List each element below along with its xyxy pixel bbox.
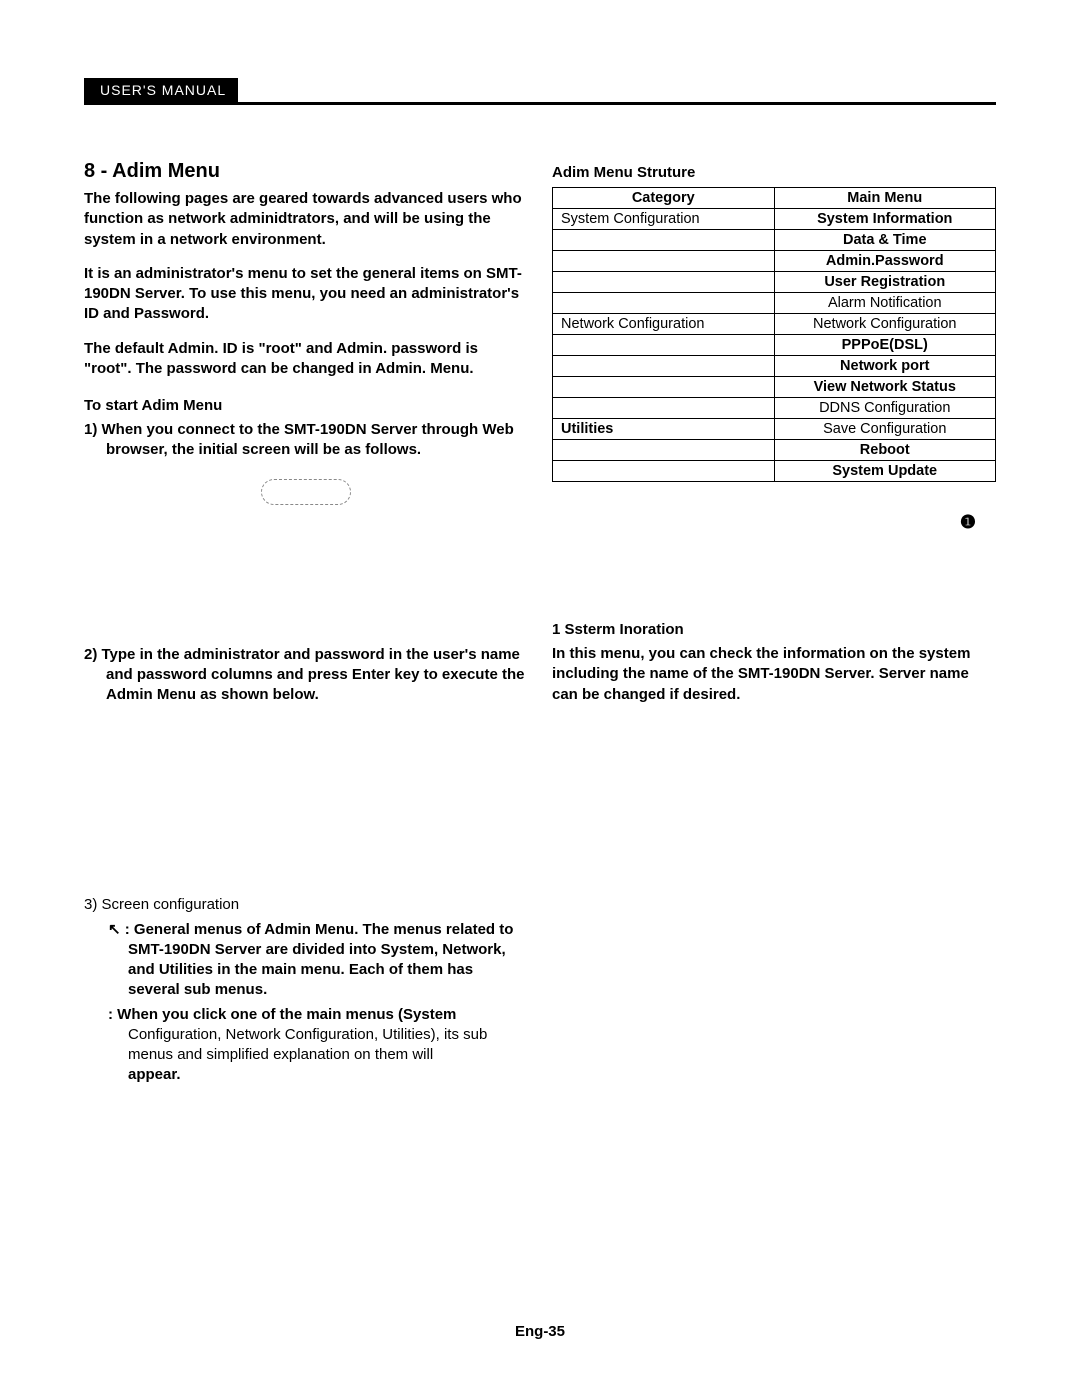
system-info-block: 1 Ssterm Inoration In this menu, you can… — [552, 621, 996, 705]
cell-main-menu: Network port — [774, 356, 996, 377]
cell-main-menu: PPPoE(DSL) — [774, 335, 996, 356]
screen-config-b-body1: Configuration, Network Configuration, Ut… — [128, 1026, 487, 1063]
screen-config-b: : When you click one of the main menus (… — [84, 1005, 528, 1086]
cell-main-menu: System Update — [774, 461, 996, 482]
header-bar: USER'S MANUAL — [84, 78, 996, 105]
cell-category: System Configuration — [553, 209, 775, 230]
cell-category: Utilities — [553, 419, 775, 440]
lower-block: 2) Type in the administrator and passwor… — [84, 645, 528, 706]
cell-category — [553, 398, 775, 419]
cell-main-menu: User Registration — [774, 272, 996, 293]
table-row: Admin.Password — [553, 251, 996, 272]
table-row: Reboot — [553, 440, 996, 461]
screen-config-a: ↖ : General menus of Admin Menu. The men… — [84, 920, 528, 1001]
cell-category — [553, 272, 775, 293]
cell-category — [553, 230, 775, 251]
cell-main-menu: Reboot — [774, 440, 996, 461]
cell-category — [553, 335, 775, 356]
cell-main-menu: View Network Status — [774, 377, 996, 398]
table-row: Network port — [553, 356, 996, 377]
cell-category — [553, 377, 775, 398]
screen-config-b-lead: : When you click one of the main menus (… — [108, 1006, 456, 1023]
intro-paragraph-2: It is an administrator's menu to set the… — [84, 264, 528, 325]
th-main-menu: Main Menu — [774, 188, 996, 209]
main-columns: 8 - Adim Menu The following pages are ge… — [84, 160, 996, 1090]
cell-category — [553, 251, 775, 272]
th-category: Category — [553, 188, 775, 209]
table-row: System Update — [553, 461, 996, 482]
left-column: 8 - Adim Menu The following pages are ge… — [84, 160, 528, 1090]
table-row: Network ConfigurationNetwork Configurati… — [553, 314, 996, 335]
cell-main-menu: System Information — [774, 209, 996, 230]
table-row: User Registration — [553, 272, 996, 293]
table-row: Alarm Notification — [553, 293, 996, 314]
step-2: 2) Type in the administrator and passwor… — [84, 645, 528, 706]
table-row: DDNS Configuration — [553, 398, 996, 419]
cell-category — [553, 293, 775, 314]
screen-config-b-body2: appear. — [128, 1066, 181, 1083]
sysinfo-num: 1 Ssterm Inoration — [552, 621, 996, 638]
manual-label: USER'S MANUAL — [84, 78, 238, 102]
cell-main-menu: Admin.Password — [774, 251, 996, 272]
cell-main-menu: Data & Time — [774, 230, 996, 251]
screen-config-block: 3) Screen configuration ↖ : General menu… — [84, 895, 528, 1085]
cell-category — [553, 356, 775, 377]
cell-main-menu: Alarm Notification — [774, 293, 996, 314]
table-row: UtilitiesSave Configuration — [553, 419, 996, 440]
cell-category: Network Configuration — [553, 314, 775, 335]
table-row: System ConfigurationSystem Information — [553, 209, 996, 230]
table-row: PPPoE(DSL) — [553, 335, 996, 356]
table-header-row: Category Main Menu — [553, 188, 996, 209]
right-column: Adim Menu Struture Category Main Menu Sy… — [552, 160, 996, 1090]
step-3-title: 3) Screen configuration — [84, 895, 528, 915]
intro-paragraph-1: The following pages are geared towards a… — [84, 189, 528, 250]
sysinfo-body: In this menu, you can check the informat… — [552, 644, 996, 705]
cell-main-menu: Save Configuration — [774, 419, 996, 440]
cell-category — [553, 440, 775, 461]
page-number: Eng-35 — [0, 1323, 1080, 1340]
table-row: Data & Time — [553, 230, 996, 251]
dashed-placeholder — [261, 479, 351, 505]
menu-structure-table: Category Main Menu System ConfigurationS… — [552, 187, 996, 482]
step-1: 1) When you connect to the SMT-190DN Ser… — [84, 420, 528, 461]
cell-category — [553, 461, 775, 482]
info-icon: ❶ — [960, 512, 976, 533]
screen-config-a-text: ↖ : General menus of Admin Menu. The men… — [108, 921, 513, 999]
table-row: View Network Status — [553, 377, 996, 398]
intro-paragraph-3: The default Admin. ID is "root" and Admi… — [84, 339, 528, 380]
cell-main-menu: Network Configuration — [774, 314, 996, 335]
start-heading: To start Adim Menu — [84, 397, 528, 414]
section-title: 8 - Adim Menu — [84, 160, 528, 183]
structure-title: Adim Menu Struture — [552, 164, 996, 181]
cell-main-menu: DDNS Configuration — [774, 398, 996, 419]
